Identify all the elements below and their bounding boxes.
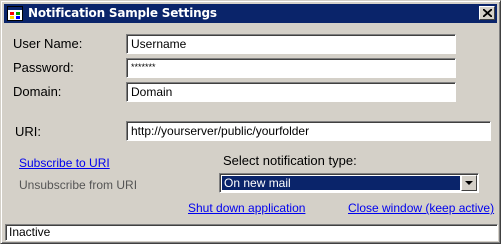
- username-label: User Name:: [13, 36, 83, 51]
- dropdown-button[interactable]: [461, 175, 477, 191]
- status-text: Inactive: [9, 225, 51, 239]
- shutdown-link[interactable]: Shut down application: [188, 201, 305, 215]
- unsubscribe-link[interactable]: Unsubscribe from URI: [19, 178, 137, 192]
- close-window-link[interactable]: Close window (keep active): [348, 201, 494, 215]
- title-bar[interactable]: Notification Sample Settings: [4, 4, 497, 23]
- notification-type-label: Select notification type:: [223, 153, 357, 168]
- close-button[interactable]: [479, 6, 495, 20]
- close-icon: [483, 9, 492, 17]
- domain-field[interactable]: Domain: [126, 82, 456, 102]
- password-field[interactable]: *******: [126, 58, 456, 78]
- subscribe-link[interactable]: Subscribe to URI: [19, 156, 110, 170]
- password-label: Password:: [13, 60, 74, 75]
- chevron-down-icon: [465, 181, 473, 185]
- status-bar: Inactive: [5, 224, 498, 241]
- app-window-icon: [7, 6, 23, 21]
- uri-label: URI:: [15, 124, 41, 139]
- settings-window: Notification Sample Settings User Name: …: [0, 0, 501, 244]
- domain-label: Domain:: [13, 84, 62, 99]
- notification-type-value: On new mail: [222, 176, 460, 190]
- uri-field[interactable]: http://yourserver/public/yourfolder: [126, 121, 491, 141]
- notification-type-select[interactable]: On new mail: [219, 173, 479, 193]
- window-title: Notification Sample Settings: [28, 6, 217, 20]
- username-field[interactable]: Username: [126, 34, 456, 54]
